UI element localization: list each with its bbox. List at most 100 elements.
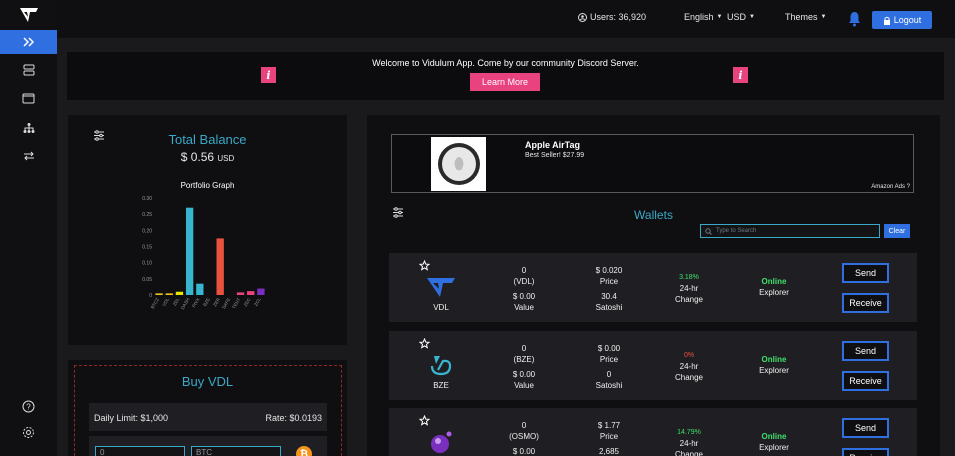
settings-gear-icon[interactable] bbox=[0, 422, 57, 442]
clear-button[interactable]: Clear bbox=[884, 224, 910, 238]
wallet-search-input[interactable]: Type to Search bbox=[700, 224, 880, 238]
bze-logo-icon bbox=[425, 351, 457, 379]
bar-zel[interactable] bbox=[175, 291, 184, 295]
receive-button[interactable]: Receive bbox=[842, 293, 889, 313]
bar-tent[interactable] bbox=[236, 292, 245, 295]
favorite-star-icon[interactable] bbox=[419, 415, 430, 426]
announcement-banner: Welcome to Vidulum App. Come by our comm… bbox=[67, 52, 944, 100]
bar-zcl[interactable] bbox=[257, 288, 265, 295]
wallet-ticker: (OSMO) bbox=[509, 432, 539, 441]
language-dropdown[interactable]: English ▼ bbox=[684, 12, 722, 22]
buy-currency-select[interactable]: BTC bbox=[191, 446, 281, 456]
wallets-icon[interactable] bbox=[0, 60, 57, 80]
ad-subtitle: Best Seller! $27.99 bbox=[525, 152, 585, 159]
rate: Rate: $0.0193 bbox=[265, 413, 322, 423]
users-count: Users: 36,920 bbox=[578, 12, 646, 22]
wallet-amount-col: 0 (OSMO) $ 0.00 bbox=[504, 420, 544, 456]
value-label: Value bbox=[514, 303, 534, 312]
wallet-amount: 0 bbox=[521, 266, 527, 275]
info-icon: i bbox=[733, 67, 748, 83]
swap-icon[interactable] bbox=[0, 146, 57, 166]
buy-title: Buy VDL bbox=[181, 374, 234, 389]
explorer-link[interactable]: Explorer bbox=[749, 442, 799, 453]
y-tick-label: 0.30 bbox=[142, 196, 152, 202]
total-balance-amount: $ 0.56 USD bbox=[68, 150, 347, 164]
bar-btcz[interactable] bbox=[155, 293, 163, 295]
help-icon[interactable]: ? bbox=[0, 396, 57, 416]
caret-down-icon: ▼ bbox=[749, 14, 755, 20]
x-tick-label: PIVX bbox=[191, 297, 200, 308]
send-button[interactable]: Send bbox=[842, 341, 889, 361]
osmo-logo-icon bbox=[425, 428, 457, 456]
currency-dropdown[interactable]: USD ▼ bbox=[727, 12, 755, 22]
themes-dropdown[interactable]: Themes ▼ bbox=[785, 12, 826, 22]
portfolio-bar-chart: 00.050.100.150.200.250.30BTCZ VDL ZEL DASH P… bbox=[142, 196, 265, 310]
online-status: Online bbox=[761, 355, 787, 364]
wallets-panel: Apple AirTag Best Seller! $27.99 Amazon … bbox=[367, 115, 940, 456]
wallet-change-col: 14.79% 24-hr Change bbox=[664, 427, 714, 456]
vdl-logo-icon bbox=[425, 273, 457, 301]
x-tick-label: TENT bbox=[231, 297, 241, 310]
vidulum-logo[interactable] bbox=[0, 0, 57, 30]
themes-label: Themes bbox=[785, 12, 818, 22]
wallet-amount: 0 bbox=[521, 421, 527, 430]
total-balance-title: Total Balance bbox=[168, 132, 247, 147]
wallet-card-icon[interactable] bbox=[0, 88, 57, 108]
x-tick-label: SAFE bbox=[221, 297, 231, 310]
total-balance-panel: Total Balance $ 0.56 USD Portfolio Graph… bbox=[68, 115, 347, 345]
satoshi-label: Satoshi bbox=[595, 303, 623, 312]
x-tick-label: VDL bbox=[161, 297, 170, 308]
x-tick-label: BZE bbox=[202, 297, 211, 307]
explorer-link[interactable]: Explorer bbox=[749, 287, 799, 298]
bar-pivx[interactable] bbox=[196, 283, 204, 295]
24hr-label: 24-hr bbox=[679, 284, 699, 293]
banner-text: Welcome to Vidulum App. Come by our comm… bbox=[372, 58, 639, 68]
24hr-label: 24-hr bbox=[679, 439, 699, 448]
buy-limits-row: Daily Limit: $1,000 Rate: $0.0193 bbox=[89, 403, 327, 431]
wallet-price: $ 1.77 bbox=[597, 421, 621, 430]
price-label: Price bbox=[599, 355, 619, 364]
wallet-explorer-col: Online Explorer bbox=[749, 354, 799, 376]
online-status: Online bbox=[761, 432, 787, 441]
price-label: Price bbox=[599, 432, 619, 441]
buy-amount-input[interactable]: 0 bbox=[95, 446, 185, 456]
wallet-price: $ 0.00 bbox=[597, 344, 621, 353]
send-button[interactable]: Send bbox=[842, 263, 889, 283]
online-status: Online bbox=[761, 277, 787, 286]
buy-vdl-panel: Buy VDL Daily Limit: $1,000 Rate: $0.019… bbox=[68, 360, 347, 456]
wallet-name: BZE bbox=[433, 381, 449, 390]
notifications-bell-icon[interactable] bbox=[848, 11, 861, 32]
wallet-price-col: $ 0.00 Price 0 Satoshi bbox=[584, 343, 634, 391]
x-tick-label: ZER bbox=[212, 296, 221, 307]
caret-down-icon: ▼ bbox=[716, 14, 723, 20]
wallet-ticker: (VDL) bbox=[513, 277, 535, 286]
wallet-amount: 0 bbox=[521, 344, 527, 353]
wallet-amount-col: 0 (BZE) $ 0.00 Value bbox=[504, 343, 544, 391]
top-bar: Users: 36,920 English ▼ USD ▼ Themes ▼ Logo… bbox=[57, 0, 955, 38]
amazon-ad[interactable]: Apple AirTag Best Seller! $27.99 Amazon … bbox=[391, 134, 914, 193]
receive-button[interactable]: Receive bbox=[842, 448, 889, 456]
portfolio-graph-title: Portfolio Graph bbox=[180, 181, 235, 190]
favorite-star-icon[interactable] bbox=[419, 260, 430, 271]
svg-text:?: ? bbox=[26, 402, 31, 411]
bar-zer[interactable] bbox=[216, 238, 224, 295]
receive-button[interactable]: Receive bbox=[842, 371, 889, 391]
bar-vdl[interactable] bbox=[165, 293, 173, 295]
value-label: Value bbox=[514, 381, 534, 390]
change-label: Change bbox=[674, 450, 704, 456]
learn-more-button[interactable]: Learn More bbox=[470, 73, 540, 91]
logout-button[interactable]: Logout bbox=[872, 11, 932, 29]
explorer-link[interactable]: Explorer bbox=[749, 365, 799, 376]
change-label: Change bbox=[674, 295, 704, 304]
sidebar-expand-icon[interactable] bbox=[0, 30, 57, 54]
search-icon bbox=[705, 227, 712, 235]
bar-zec[interactable] bbox=[247, 291, 255, 295]
y-tick-label: 0.15 bbox=[142, 245, 152, 251]
ad-footer: Amazon Ads ? bbox=[871, 184, 910, 190]
send-button[interactable]: Send bbox=[842, 418, 889, 438]
network-icon[interactable] bbox=[0, 118, 57, 138]
favorite-star-icon[interactable] bbox=[419, 338, 430, 349]
wallet-amount-col: 0 (VDL) $ 0.00 Value bbox=[504, 265, 544, 313]
bar-dash[interactable] bbox=[185, 207, 194, 295]
wallet-value: $ 0.00 bbox=[512, 370, 536, 379]
